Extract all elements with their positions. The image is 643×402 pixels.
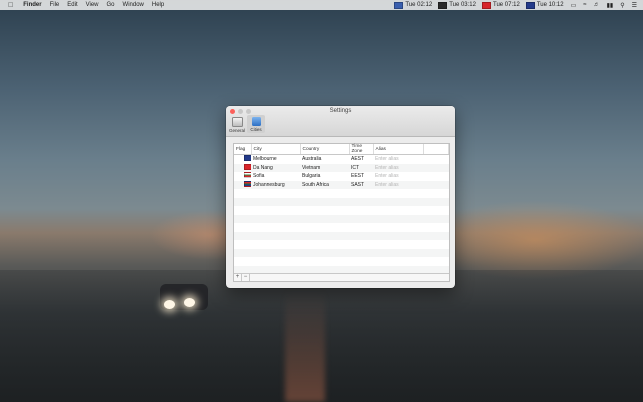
column-header-city[interactable]: City — [251, 144, 301, 155]
flag-icon — [244, 155, 251, 162]
clock-time: Tue 03:12 — [449, 2, 476, 8]
clock-item[interactable]: Tue 07:12 — [482, 1, 520, 9]
menu-app-name[interactable]: Finder — [23, 2, 41, 8]
clock-item[interactable]: Tue 03:12 — [438, 1, 476, 9]
menu-edit[interactable]: Edit — [67, 2, 77, 8]
table-row[interactable]: Da Nang Vietnam ICT Enter alias — [234, 163, 449, 172]
alias-input[interactable]: Enter alias — [373, 163, 423, 172]
toolbar-tabs: General Cities — [228, 115, 266, 133]
clock-time: Tue 10:12 — [536, 2, 564, 8]
empty-row — [234, 189, 449, 198]
flag-icon — [244, 180, 251, 187]
cities-table: Flag City Country Time Zone Alias Melbou… — [234, 144, 449, 274]
empty-row — [234, 257, 449, 266]
notification-center-icon[interactable]: ☰ — [632, 2, 637, 9]
table-header-row: Flag City Country Time Zone Alias — [234, 144, 449, 155]
wifi-icon[interactable]: ≈ — [583, 2, 586, 8]
country-cell: South Africa — [300, 180, 349, 189]
remove-city-button[interactable]: − — [242, 274, 250, 281]
clock-time: Tue 02:12 — [405, 2, 433, 8]
table-row[interactable]: Johannesburg South Africa SAST Enter ali… — [234, 180, 449, 189]
column-header-alias[interactable]: Alias — [373, 144, 424, 155]
status-area: Tue 02:12 Tue 03:12 Tue 07:12 Tue 10:12 … — [388, 1, 637, 9]
timezone-cell: EEST — [351, 173, 365, 180]
menu-window[interactable]: Window — [123, 2, 144, 8]
table-row[interactable]: Sofia Bulgaria EEST Enter alias — [234, 172, 449, 181]
tab-label: Cities — [250, 127, 262, 132]
battery-icon[interactable]: ▮▮ — [607, 2, 614, 9]
flag-icon — [525, 1, 535, 9]
volume-icon[interactable]: ♬ — [594, 2, 600, 8]
country-cell: Australia — [302, 156, 322, 163]
timezone-cell: AEST — [351, 156, 365, 163]
flag-icon — [394, 1, 404, 9]
city-cell: Melbourne — [253, 156, 277, 163]
empty-row — [234, 248, 449, 257]
column-header-flag[interactable]: Flag — [234, 144, 252, 155]
menu-bar:  Finder File Edit View Go Window Help T… — [0, 0, 643, 10]
settings-window: Settings General Cities Flag City Countr… — [226, 106, 455, 288]
menu-go[interactable]: Go — [107, 2, 115, 8]
tab-cities[interactable]: Cities — [247, 115, 265, 133]
flag-icon — [482, 1, 491, 9]
column-header-timezone[interactable]: Time Zone — [349, 144, 374, 155]
country-cell: Bulgaria — [302, 173, 321, 180]
flag-icon — [438, 1, 448, 9]
cities-table-container: Flag City Country Time Zone Alias Melbou… — [233, 143, 450, 282]
empty-row — [234, 231, 449, 240]
flag-icon — [244, 163, 251, 170]
tab-general[interactable]: General — [228, 115, 246, 133]
phone-icon — [231, 117, 243, 127]
menu-help[interactable]: Help — [152, 2, 164, 8]
empty-row — [234, 214, 449, 223]
flag-icon — [244, 172, 251, 179]
empty-row — [234, 240, 449, 249]
city-cell: Johannesburg — [251, 180, 300, 189]
display-icon[interactable]: ▭ — [571, 2, 577, 9]
empty-row — [234, 206, 449, 215]
country-cell: Vietnam — [300, 163, 349, 172]
clock-item[interactable]: Tue 02:12 — [394, 1, 433, 9]
window-title: Settings — [329, 108, 352, 114]
timezone-cell: ICT — [349, 163, 373, 172]
alias-input[interactable]: Enter alias — [373, 155, 423, 164]
column-header-country[interactable]: Country — [300, 144, 350, 155]
headlight — [164, 300, 175, 309]
globe-icon — [251, 117, 261, 126]
empty-row — [234, 223, 449, 232]
table-row[interactable]: Melbourne Australia AEST Enter alias — [234, 155, 449, 164]
table-controls: + − — [234, 273, 449, 281]
add-city-button[interactable]: + — [234, 274, 242, 281]
clock-time: Tue 07:12 — [493, 2, 520, 8]
menu-file[interactable]: File — [50, 2, 60, 8]
menu-view[interactable]: View — [86, 2, 99, 8]
title-bar: Settings General Cities — [226, 106, 455, 137]
clock-item[interactable]: Tue 10:12 — [525, 1, 564, 9]
column-header-empty — [423, 144, 449, 155]
light-streak — [285, 290, 325, 402]
empty-row — [234, 197, 449, 206]
alias-input[interactable]: Enter alias — [373, 172, 423, 181]
timezone-cell: SAST — [349, 180, 373, 189]
city-cell: Da Nang — [251, 163, 300, 172]
alias-input[interactable]: Enter alias — [373, 180, 423, 189]
tab-label: General — [228, 128, 245, 133]
headlight — [184, 298, 195, 307]
search-icon[interactable]: ⚲ — [620, 2, 624, 9]
apple-icon[interactable]:  — [8, 2, 13, 9]
city-cell: Sofia — [253, 173, 265, 180]
